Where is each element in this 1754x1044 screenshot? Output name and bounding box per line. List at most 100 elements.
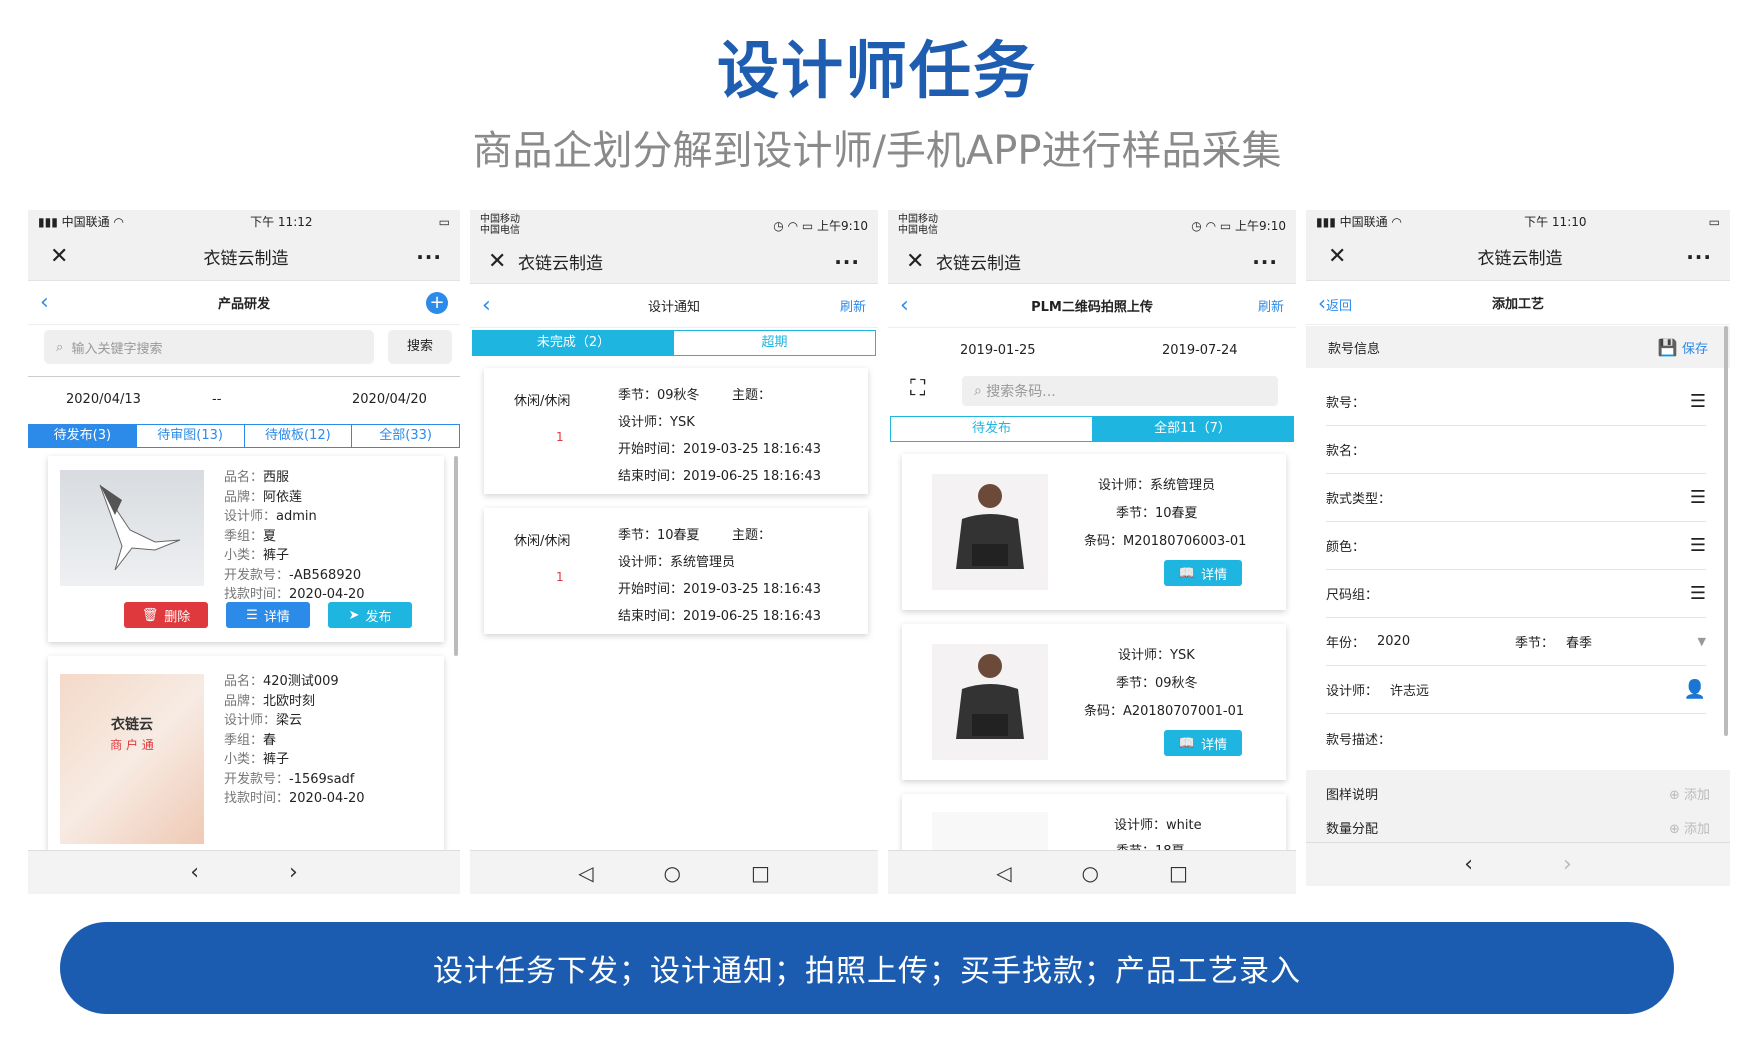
list-item[interactable]: 休闲/休闲 1 季节：09秋冬 主题： 设计师：YSK 开始时间：2019-03… — [484, 368, 868, 494]
close-icon[interactable]: ✕ — [488, 249, 518, 274]
list-icon[interactable]: ☰ — [1690, 391, 1706, 412]
tab-overdue[interactable]: 超期 — [674, 331, 875, 355]
alarm-icon: ◷ — [773, 218, 784, 233]
tab-pending-review[interactable]: 待审图(13) — [135, 425, 244, 447]
save-button[interactable]: 💾 保存 — [1658, 338, 1708, 357]
season-select[interactable]: 春季 — [1554, 632, 1698, 651]
next-icon[interactable]: › — [1563, 852, 1572, 877]
field-designer[interactable]: 设计师： 许志远 👤 — [1326, 666, 1706, 714]
delete-label: 删除 — [164, 609, 191, 625]
refresh-button[interactable]: 刷新 — [816, 296, 866, 315]
android-nav: ◁ ○ □ — [470, 850, 878, 894]
back-button[interactable]: ‹返回 — [1318, 291, 1378, 315]
status-bar: 中国移动 中国电信 ◷ ◠ ▭ 上午9:10 — [470, 210, 878, 240]
field-label: 年份： — [1326, 636, 1366, 651]
count: 1 — [556, 430, 564, 444]
close-icon[interactable]: ✕ — [1328, 244, 1368, 269]
wifi-icon: ◠ — [1205, 218, 1217, 233]
field-description[interactable]: 款号描述： — [1326, 714, 1706, 762]
label: 设计师： — [224, 713, 277, 728]
label: 品牌： — [224, 693, 264, 709]
season: 季节：10春夏 — [618, 528, 700, 543]
detail-label: 详情 — [1201, 567, 1228, 583]
tab-pending-publish[interactable]: 待发布(3) — [29, 425, 136, 447]
field-code[interactable]: 款号： ☰ — [1326, 378, 1706, 426]
next-icon[interactable]: › — [289, 860, 298, 885]
date-from[interactable]: 2020/04/13 — [66, 392, 141, 407]
field-year-season[interactable]: 年份： 2020 季节： 春季 ▼ — [1326, 618, 1706, 666]
field-color[interactable]: 颜色： ☰ — [1326, 522, 1706, 570]
tab-all[interactable]: 全部11（7） — [1092, 417, 1293, 441]
recents-square-icon[interactable]: □ — [1169, 861, 1188, 885]
add-quantity-button[interactable]: ⊕ 添加 — [1669, 818, 1710, 837]
wechat-header: ✕ 衣链云制造 ··· — [470, 240, 878, 284]
list-item[interactable]: 品名：西服 品牌：阿依莲 设计师：admin 季组：夏 小类：裤子 开发款号：-… — [48, 456, 444, 642]
book-icon: 📖 — [1178, 565, 1196, 581]
add-icon[interactable]: + — [398, 291, 448, 314]
brand: 北欧时刻 — [263, 693, 316, 709]
more-icon[interactable]: ··· — [1252, 250, 1278, 274]
carrier-label: 中国联通 — [61, 215, 110, 229]
field-size-group[interactable]: 尺码组： ☰ — [1326, 570, 1706, 618]
seagull-image — [99, 484, 181, 571]
close-icon[interactable]: ✕ — [906, 249, 936, 274]
prev-icon[interactable]: ‹ — [190, 860, 199, 885]
detail-label: 详情 — [263, 609, 290, 625]
back-icon[interactable]: ‹ — [900, 293, 950, 318]
scrollbar[interactable] — [1724, 326, 1728, 736]
tab-unfinished[interactable]: 未完成（2） — [473, 331, 674, 355]
scrollbar[interactable] — [454, 456, 458, 656]
year-value[interactable]: 2020 — [1365, 634, 1515, 649]
field-type[interactable]: 款式类型： ☰ — [1326, 474, 1706, 522]
tab-pending[interactable]: 待发布 — [891, 417, 1092, 441]
home-circle-icon[interactable]: ○ — [1082, 861, 1099, 885]
nav-bar: ‹ 产品研发 + — [28, 281, 460, 325]
list-icon[interactable]: ☰ — [1690, 583, 1706, 604]
search-input[interactable]: ⌕ 输入关键字搜索 — [44, 330, 374, 364]
back-triangle-icon[interactable]: ◁ — [578, 861, 593, 885]
add-pattern-button[interactable]: ⊕ 添加 — [1669, 784, 1710, 803]
prev-icon[interactable]: ‹ — [1464, 852, 1473, 877]
refresh-button[interactable]: 刷新 — [1234, 296, 1284, 315]
label: 开发款号： — [224, 567, 290, 583]
list-item[interactable]: 设计师：系统管理员 季节：10春夏 条码：M20180706003-01 📖 详情 — [902, 454, 1286, 610]
chevron-down-icon[interactable]: ▼ — [1698, 635, 1706, 648]
more-icon[interactable]: ··· — [1672, 245, 1712, 269]
more-icon[interactable]: ··· — [834, 250, 860, 274]
delete-button[interactable]: 🗑 删除 — [124, 602, 208, 628]
detail-button[interactable]: 📖 详情 — [1164, 730, 1242, 756]
date-to[interactable]: 2019-07-24 — [1162, 343, 1238, 358]
carrier-label: 中国联通 — [1339, 215, 1388, 229]
close-icon[interactable]: ✕ — [50, 244, 90, 269]
tab-all[interactable]: 全部(33) — [351, 425, 459, 447]
more-icon[interactable]: ··· — [402, 245, 442, 269]
scan-icon[interactable]: ⛶ — [910, 376, 925, 401]
search-button[interactable]: 搜索 — [388, 330, 452, 364]
quantity-section: 数量分配 ⊕ 添加 — [1326, 812, 1710, 842]
date-sep: -- — [212, 392, 222, 407]
back-icon[interactable]: ‹ — [40, 290, 90, 315]
date-to[interactable]: 2020/04/20 — [352, 392, 427, 407]
user-icon[interactable]: 👤 — [1684, 679, 1706, 700]
list-item[interactable]: 设计师：YSK 季节：09秋冬 条码：A20180707001-01 📖 详情 — [902, 624, 1286, 780]
field-label: 款号描述： — [1326, 732, 1392, 748]
back-icon[interactable]: ‹ — [482, 293, 532, 318]
publish-button[interactable]: ➤ 发布 — [328, 602, 412, 628]
detail-button[interactable]: 📖 详情 — [1164, 560, 1242, 586]
list-item[interactable]: 衣链云 商 户 通 品名：420测试009 品牌：北欧时刻 设计师：梁云 季组：… — [48, 656, 444, 856]
date-from[interactable]: 2019-01-25 — [960, 343, 1036, 358]
search-input[interactable]: ⌕ 搜索条码... — [962, 376, 1278, 406]
back-icon: ‹ — [1318, 290, 1326, 315]
barcode: 条码：M20180706003-01 — [1084, 534, 1247, 549]
list-icon[interactable]: ☰ — [1690, 535, 1706, 556]
tab-pending-sample[interactable]: 待做板(12) — [243, 425, 352, 447]
list-icon[interactable]: ☰ — [1690, 487, 1706, 508]
list-item[interactable]: 设计师：white 季节：18夏 — [902, 794, 1286, 859]
home-circle-icon[interactable]: ○ — [664, 861, 681, 885]
recents-square-icon[interactable]: □ — [751, 861, 770, 885]
field-name[interactable]: 款名： — [1326, 426, 1706, 474]
back-triangle-icon[interactable]: ◁ — [996, 861, 1011, 885]
detail-button[interactable]: ☰ 详情 — [226, 602, 310, 628]
list-item[interactable]: 休闲/休闲 1 季节：10春夏 主题： 设计师：系统管理员 开始时间：2019-… — [484, 508, 868, 634]
add-label: 添加 — [1683, 821, 1710, 837]
